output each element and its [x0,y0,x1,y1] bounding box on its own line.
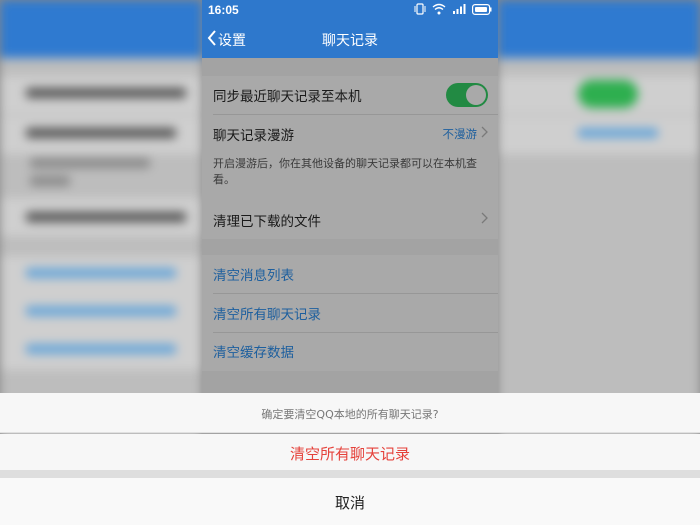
chevron-right-icon [481,126,488,142]
clear-message-list-label: 清空消息列表 [213,268,294,284]
chevron-right-icon [481,212,488,228]
clear-downloads-row[interactable]: 清理已下载的文件 [202,201,498,239]
clear-downloads-label: 清理已下载的文件 [213,214,321,230]
action-sheet: 确定要清空QQ本地的所有聊天记录? 清空所有聊天记录 取消 [0,393,700,525]
status-time: 16:05 [208,3,239,17]
clear-all-history-label: 清空所有聊天记录 [213,307,321,323]
clear-all-history-button[interactable]: 清空所有聊天记录 [202,294,498,332]
action-sheet-message: 确定要清空QQ本地的所有聊天记录? [261,408,439,421]
roaming-hint: 开启漫游后，你在其他设备的聊天记录都可以在本机查看。 [213,157,477,186]
status-bar: 16:05 [202,0,498,20]
confirm-clear-button[interactable]: 清空所有聊天记录 [0,434,700,470]
clear-cache-label: 清空缓存数据 [213,345,294,361]
action-sheet-separator [0,470,700,478]
roaming-label: 聊天记录漫游 [213,128,294,144]
signal-icon [452,3,466,18]
roaming-value: 不漫游 [442,127,478,141]
wifi-icon [432,3,446,18]
cancel-button[interactable]: 取消 [0,478,700,525]
clear-cache-button[interactable]: 清空缓存数据 [202,332,498,370]
clear-message-list-button[interactable]: 清空消息列表 [202,255,498,293]
page-title: 聊天记录 [322,33,378,49]
action-sheet-header: 确定要清空QQ本地的所有聊天记录? [0,393,700,433]
sync-history-row: 同步最近聊天记录至本机 [202,76,498,114]
battery-icon [472,3,492,18]
cancel-label: 取消 [334,494,365,512]
roaming-row[interactable]: 聊天记录漫游 不漫游 [202,115,498,153]
sync-history-toggle[interactable] [446,83,488,107]
confirm-clear-label: 清空所有聊天记录 [289,445,410,463]
nav-bar: 设置 聊天记录 [202,20,498,58]
vibrate-icon [414,3,426,18]
sync-history-label: 同步最近聊天记录至本机 [213,89,362,105]
